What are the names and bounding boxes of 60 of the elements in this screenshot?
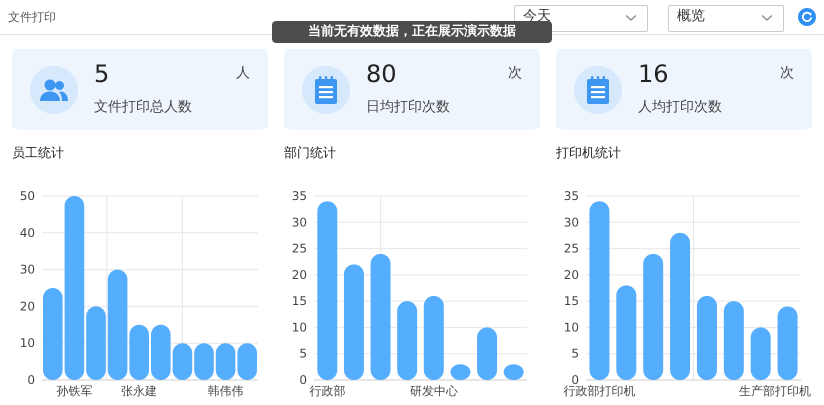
refresh-icon[interactable] xyxy=(798,8,816,26)
stat-value: 16 xyxy=(638,62,669,86)
stat-value: 80 xyxy=(366,62,397,86)
chart-title: 打印机统计 xyxy=(556,145,621,163)
chevron-icon xyxy=(761,14,773,22)
chevron-icon xyxy=(625,14,637,22)
stat-unit: 人 xyxy=(236,64,250,83)
notepad-icon xyxy=(586,76,610,104)
y-axis-label: 15 xyxy=(292,294,307,308)
y-axis-label: 20 xyxy=(564,267,579,282)
page-title: 文件打印 xyxy=(8,9,56,26)
y-axis-label: 15 xyxy=(564,294,579,308)
y-axis-label: 20 xyxy=(292,267,307,282)
y-axis-label: 5 xyxy=(299,346,307,360)
people-icon xyxy=(40,78,68,102)
stat-unit: 次 xyxy=(508,64,522,83)
x-axis-label: 韩伟伟 xyxy=(208,384,244,398)
y-axis-label: 10 xyxy=(20,336,35,350)
bar xyxy=(216,342,236,380)
y-axis-label: 10 xyxy=(564,320,579,334)
chart-title: 部门统计 xyxy=(284,145,336,163)
bar xyxy=(450,364,470,380)
x-axis-label: 张永建 xyxy=(121,384,158,398)
y-axis-label: 30 xyxy=(20,262,35,276)
y-axis-label: 0 xyxy=(299,372,307,386)
x-axis-label: 生产部打印机 xyxy=(739,384,811,398)
bar xyxy=(477,326,498,380)
y-axis-label: 40 xyxy=(20,225,35,240)
x-axis-label: 研发中心 xyxy=(410,384,458,398)
y-axis-label: 10 xyxy=(292,320,307,334)
y-axis-label: 25 xyxy=(564,241,579,256)
y-axis-label: 30 xyxy=(292,214,307,229)
bar xyxy=(194,342,214,380)
y-axis-label: 5 xyxy=(571,346,579,360)
y-axis-label: 50 xyxy=(20,188,35,202)
stat-unit: 次 xyxy=(780,64,794,83)
view-select[interactable]: 概览 xyxy=(668,4,784,32)
y-axis-label: 30 xyxy=(564,214,579,229)
bar xyxy=(750,326,771,380)
x-axis-label: 孙铁军 xyxy=(56,384,92,398)
y-axis-label: 35 xyxy=(292,188,307,202)
x-axis-label: 行政部打印机 xyxy=(563,384,636,398)
y-axis-label: 35 xyxy=(564,188,579,202)
y-axis-label: 0 xyxy=(571,372,579,386)
notice-toast: 当前无有效数据，正在展示演示数据 xyxy=(272,21,552,43)
y-axis-label: 20 xyxy=(20,298,35,313)
bar xyxy=(129,324,149,380)
stat-label: 文件打印总人数 xyxy=(94,98,193,116)
bar xyxy=(504,364,524,380)
stat-label: 日均打印次数 xyxy=(366,98,451,116)
chart-title: 员工统计 xyxy=(12,145,64,163)
stat-label: 人均打印次数 xyxy=(638,98,723,116)
x-axis-label: 行政部 xyxy=(309,384,346,398)
stat-value: 5 xyxy=(94,62,110,86)
y-axis-label: 0 xyxy=(27,372,35,386)
y-axis-label: 25 xyxy=(292,241,307,256)
bar xyxy=(172,342,192,380)
bar xyxy=(151,324,171,380)
notepad-icon xyxy=(314,76,338,104)
bar xyxy=(237,342,257,380)
